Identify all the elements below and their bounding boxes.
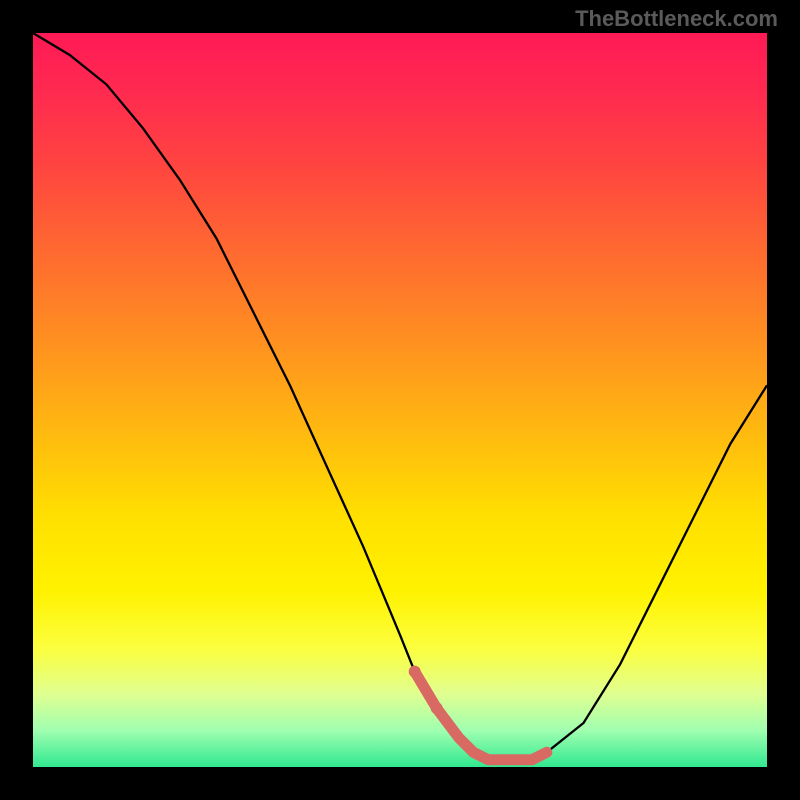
highlight-dot: [409, 666, 421, 678]
highlight-dot: [431, 702, 443, 714]
chart-plot-area: [33, 33, 767, 767]
highlight-segment-path: [415, 672, 547, 760]
bottleneck-curve-path: [33, 33, 767, 760]
watermark-text: TheBottleneck.com: [575, 6, 778, 32]
chart-svg: [33, 33, 767, 767]
